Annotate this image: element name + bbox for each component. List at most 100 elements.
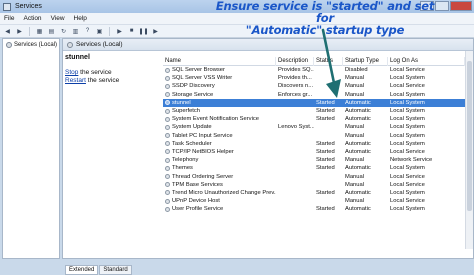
restart-line-text: the service: [85, 77, 120, 84]
menu-help[interactable]: Help: [74, 15, 87, 22]
service-name-cell: Telephony: [163, 157, 276, 163]
table-row[interactable]: TPM Base Services Manual Local Service: [163, 181, 465, 189]
table-row[interactable]: Themes Started Automatic Local System: [163, 164, 465, 172]
service-status-cell: Started: [316, 189, 335, 196]
service-name-text: Telephony: [172, 157, 199, 164]
tree-item-services-local[interactable]: Services (Local): [6, 42, 57, 48]
service-name-cell: TPM Base Services: [163, 182, 276, 188]
service-name-text: Thread Ordering Server: [172, 173, 234, 180]
service-name-text: Trend Micro Unauthorized Change Prev...: [172, 189, 276, 196]
properties-icon[interactable]: ▤: [47, 27, 56, 36]
close-button[interactable]: [450, 1, 472, 11]
service-logon-cell: Local System: [390, 140, 425, 147]
service-name-cell: System Event Notification Service: [163, 116, 276, 122]
service-logon-cell: Local Service: [390, 67, 425, 74]
column-header-startup-type[interactable]: Startup Type: [343, 56, 388, 66]
stop-line-text: the service: [78, 69, 112, 76]
table-row[interactable]: SQL Server VSS Writer Provides th... Manua…: [163, 74, 465, 82]
service-name-cell: UPnP Device Host: [163, 198, 276, 204]
stop-icon[interactable]: ■: [127, 27, 136, 36]
help-icon[interactable]: ?: [83, 27, 92, 36]
column-header-name[interactable]: Name: [163, 56, 276, 66]
service-gear-icon: [165, 133, 170, 139]
service-name-text: stunnel: [172, 99, 191, 106]
service-startup-cell: Manual: [345, 157, 365, 164]
menu-view[interactable]: View: [51, 15, 65, 22]
service-status-cell: Started: [316, 116, 335, 123]
service-gear-icon: [165, 100, 170, 106]
export-icon[interactable]: ▥: [71, 27, 80, 36]
service-name-text: Task Scheduler: [172, 140, 212, 147]
menu-action[interactable]: Action: [23, 15, 41, 22]
pause-icon[interactable]: ❚❚: [138, 27, 148, 36]
service-startup-cell: Automatic: [345, 140, 371, 147]
gear-icon: [67, 41, 73, 48]
table-row[interactable]: Telephony Started Manual Network Service: [163, 156, 465, 164]
table-row[interactable]: Thread Ordering Server Manual Local Servic…: [163, 172, 465, 180]
service-name-cell: Trend Micro Unauthorized Change Prev...: [163, 190, 276, 196]
stop-service-link[interactable]: Stop: [65, 69, 78, 76]
service-name-cell: SSDP Discovery: [163, 83, 276, 89]
table-row[interactable]: Storage Service Enforces gr... Manual Local…: [163, 91, 465, 99]
services-table: Name Description Status Startup Type Log…: [163, 56, 465, 213]
scrollbar-thumb[interactable]: [467, 61, 472, 211]
table-row[interactable]: UPnP Device Host Manual Local Service: [163, 197, 465, 205]
service-startup-cell: Automatic: [345, 108, 371, 115]
console-tree: Services (Local): [2, 38, 60, 259]
refresh-icon[interactable]: ↻: [59, 27, 68, 36]
service-logon-cell: Local System: [390, 91, 425, 98]
column-header-log-on-as[interactable]: Log On As: [388, 56, 465, 66]
table-row[interactable]: TCP/IP NetBIOS Helper Started Automatic Loc…: [163, 148, 465, 156]
service-logon-cell: Local Service: [390, 83, 425, 90]
service-logon-cell: Local Service: [390, 173, 425, 180]
service-logon-cell: Local Service: [390, 148, 425, 155]
service-name-cell: SQL Server Browser: [163, 67, 276, 73]
services-app-icon: [3, 2, 11, 11]
restart-service-link[interactable]: Restart: [65, 77, 86, 84]
service-gear-icon: [165, 174, 170, 180]
service-name-text: System Update: [172, 124, 212, 131]
table-row[interactable]: System Update Lenovo Syst... Manual Local S…: [163, 123, 465, 131]
back-icon[interactable]: ◀: [3, 27, 12, 36]
service-logon-cell: Network Service: [390, 157, 433, 164]
menu-file[interactable]: File: [4, 15, 14, 22]
service-description-cell: Provides SQ...: [278, 67, 314, 74]
service-name-cell: User Profile Service: [163, 206, 276, 212]
service-logon-cell: Local System: [390, 132, 425, 139]
table-row[interactable]: Tablet PC Input Service Manual Local Syste…: [163, 132, 465, 140]
service-name-text: Storage Service: [172, 91, 214, 98]
service-startup-cell: Manual: [345, 198, 365, 205]
service-name-text: SQL Server Browser: [172, 67, 225, 74]
table-row[interactable]: SSDP Discovery Discovers n... Manual Local …: [163, 82, 465, 90]
tab-extended[interactable]: Extended: [65, 265, 99, 275]
annotation-line-2: "Automatic" startup type: [245, 23, 405, 37]
table-row[interactable]: Trend Micro Unauthorized Change Prev... S…: [163, 189, 465, 197]
console-tree-icon[interactable]: ▦: [35, 27, 44, 36]
services-panel: Services (Local) stunnel Stop the servic…: [62, 38, 474, 275]
vertical-scrollbar[interactable]: [465, 51, 473, 249]
forward-icon[interactable]: ▶: [15, 27, 24, 36]
window-title: Services: [15, 3, 42, 10]
service-gear-icon: [165, 67, 170, 73]
column-header-status[interactable]: Status: [314, 56, 343, 66]
service-logon-cell: Local System: [390, 206, 425, 213]
restart-icon[interactable]: ▶: [151, 27, 160, 36]
table-row[interactable]: System Event Notification Service Started…: [163, 115, 465, 123]
service-name-text: System Event Notification Service: [172, 116, 259, 123]
service-name-text: User Profile Service: [172, 206, 224, 213]
table-row[interactable]: SQL Server Browser Provides SQ... Disabled…: [163, 66, 465, 74]
column-header-description[interactable]: Description: [276, 56, 314, 66]
start-icon[interactable]: ▶: [115, 27, 124, 36]
service-status-cell: Started: [316, 157, 335, 164]
service-startup-cell: Manual: [345, 83, 365, 90]
gear-icon: [6, 42, 12, 48]
table-body: SQL Server Browser Provides SQ... Disabled…: [163, 66, 465, 213]
table-row-selected[interactable]: stunnel Started Automatic Local System: [163, 98, 465, 107]
table-row[interactable]: Superfetch Started Automatic Local System: [163, 107, 465, 115]
service-startup-cell: Disabled: [345, 67, 368, 74]
table-row[interactable]: Task Scheduler Started Automatic Local Syst…: [163, 140, 465, 148]
table-row[interactable]: User Profile Service Started Automatic Loca…: [163, 205, 465, 213]
table-header: Name Description Status Startup Type Log…: [163, 56, 465, 66]
console-icon[interactable]: ▣: [95, 27, 104, 36]
tab-standard[interactable]: Standard: [99, 265, 132, 275]
